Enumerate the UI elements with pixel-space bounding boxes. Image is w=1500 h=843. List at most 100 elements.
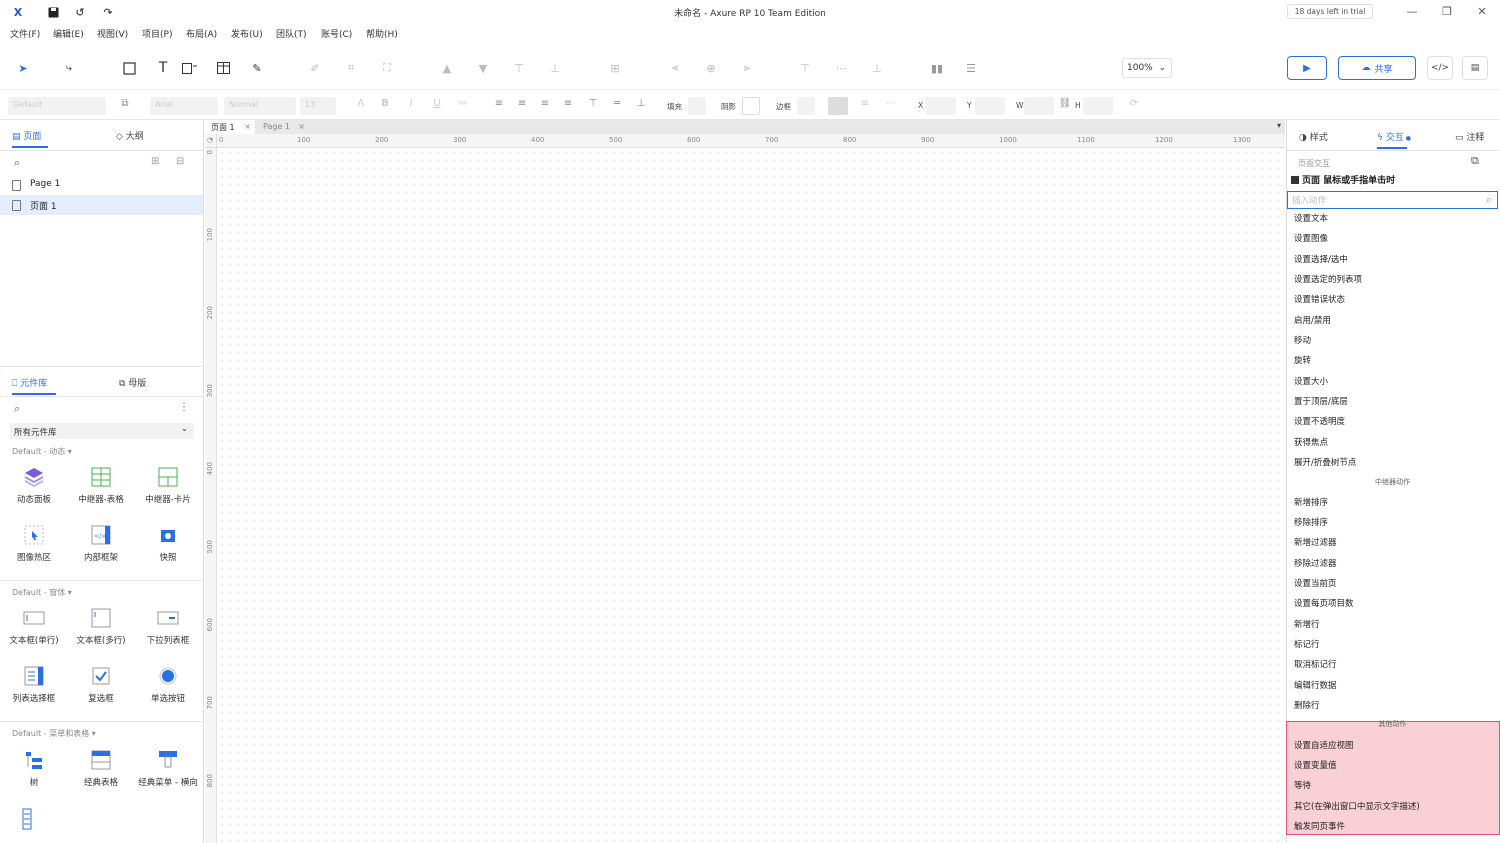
tab-interaction[interactable]: ϟ 交互 ● bbox=[1377, 130, 1411, 143]
action-item[interactable]: 设置选择/选中 bbox=[1294, 253, 1348, 265]
action-item[interactable]: 展开/折叠树节点 bbox=[1294, 456, 1356, 468]
action-item[interactable]: 移动 bbox=[1294, 334, 1311, 346]
widget-classic-menu-horizontal[interactable]: 经典菜单 - 横向 bbox=[135, 750, 201, 788]
action-item[interactable]: 设置图像 bbox=[1294, 232, 1328, 244]
widget-inline-frame[interactable]: </> 内部框架 bbox=[68, 525, 134, 563]
action-item[interactable]: 设置当前页 bbox=[1294, 577, 1337, 589]
menu-edit[interactable]: 编辑(E) bbox=[53, 27, 84, 40]
widget-text-field[interactable]: 文本框(单行) bbox=[1, 608, 67, 646]
select-tool-icon[interactable]: ➤ bbox=[14, 59, 32, 77]
valign-bottom-icon[interactable]: ⊥ bbox=[634, 98, 648, 112]
crop-icon[interactable]: ⌗ bbox=[342, 59, 360, 77]
add-page-icon[interactable]: ⊞ bbox=[151, 156, 159, 167]
widget-snapshot[interactable]: 快照 bbox=[135, 525, 201, 563]
font-style-select[interactable]: Default bbox=[8, 97, 106, 115]
align-center-icon[interactable]: ⊕ bbox=[702, 59, 720, 77]
design-canvas[interactable] bbox=[218, 149, 1285, 843]
widget-classic-menu-vertical-icon[interactable] bbox=[22, 808, 32, 833]
rectangle-tool-icon[interactable] bbox=[120, 59, 138, 77]
menu-team[interactable]: 团队(T) bbox=[276, 27, 307, 40]
tab-page-active[interactable]: 页面 1 × bbox=[205, 120, 255, 134]
layer-down-icon[interactable]: ▼ bbox=[474, 59, 492, 77]
action-search-input[interactable]: 插入动作 ⌕ bbox=[1287, 191, 1498, 209]
action-item[interactable]: 设置每页项目数 bbox=[1294, 597, 1354, 609]
event-header[interactable]: 页面 鼠标或手指单击时 bbox=[1291, 173, 1395, 186]
bold-icon[interactable]: B bbox=[378, 98, 392, 112]
tab-pages[interactable]: ▤ 页面 bbox=[12, 129, 41, 142]
code-button[interactable]: </> bbox=[1427, 56, 1453, 80]
widget-droplist[interactable]: 下拉列表框 bbox=[135, 608, 201, 646]
group-icon[interactable]: ⊤ bbox=[510, 59, 528, 77]
add-folder-icon[interactable]: ⊟ bbox=[176, 156, 184, 167]
tab-page1[interactable]: Page 1 × bbox=[257, 120, 309, 134]
action-item[interactable]: 设置自适应视图 bbox=[1294, 739, 1354, 751]
close-tab-icon[interactable]: × bbox=[298, 122, 305, 131]
action-item[interactable]: 新增排序 bbox=[1294, 496, 1328, 508]
distribute-vertical-icon[interactable]: ☰ bbox=[962, 59, 980, 77]
widget-checkbox[interactable]: 复选框 bbox=[68, 666, 134, 704]
menu-help[interactable]: 帮助(H) bbox=[366, 27, 398, 40]
action-item[interactable]: 设置错误状态 bbox=[1294, 293, 1345, 305]
align-right-icon[interactable]: ⫸ bbox=[738, 59, 756, 77]
text-align-center-icon[interactable]: ≡ bbox=[515, 98, 529, 112]
zoom-select[interactable]: 100% ⌄ bbox=[1122, 58, 1172, 78]
action-item[interactable]: 删除行 bbox=[1294, 699, 1320, 711]
action-item[interactable]: 设置变量值 bbox=[1294, 759, 1337, 771]
y-input[interactable] bbox=[975, 97, 1005, 115]
align-bottom-icon[interactable]: ⊥ bbox=[868, 59, 886, 77]
widget-dynamic-panel[interactable]: 动态面板 bbox=[1, 467, 67, 505]
widget-tree[interactable]: 树 bbox=[1, 750, 67, 788]
widget-repeater-card[interactable]: 中继器-卡片 bbox=[135, 467, 201, 505]
action-item[interactable]: 编辑行数据 bbox=[1294, 679, 1337, 691]
tab-style[interactable]: ◑ 样式 bbox=[1299, 130, 1328, 143]
library-search-icon[interactable]: ⌕ bbox=[14, 402, 20, 416]
minimize-icon[interactable]: — bbox=[1402, 3, 1422, 21]
tab-outline[interactable]: ◇ 大纲 bbox=[116, 129, 144, 142]
action-item[interactable]: 启用/禁用 bbox=[1294, 314, 1331, 326]
underline-icon[interactable]: U bbox=[430, 98, 444, 112]
document-button[interactable]: ▤ bbox=[1462, 56, 1488, 80]
distribute-horizontal-icon[interactable]: ▮▮ bbox=[928, 59, 946, 77]
text-justify-icon[interactable]: ≡ bbox=[561, 98, 575, 112]
action-item[interactable]: 设置大小 bbox=[1294, 375, 1328, 387]
menu-project[interactable]: 项目(P) bbox=[142, 27, 172, 40]
widget-radio-button[interactable]: 单选按钮 bbox=[135, 666, 201, 704]
menu-layout[interactable]: 布局(A) bbox=[186, 27, 217, 40]
text-align-right-icon[interactable]: ≡ bbox=[538, 98, 552, 112]
tabs-dropdown-icon[interactable]: ▾ bbox=[1277, 121, 1281, 130]
action-item[interactable]: 取消标记行 bbox=[1294, 658, 1337, 670]
preview-button[interactable]: ▶ bbox=[1287, 56, 1327, 80]
menu-account[interactable]: 账号(C) bbox=[321, 27, 352, 40]
list-icon[interactable]: ≔ bbox=[456, 98, 470, 112]
library-select[interactable]: 所有元件库 ⌄ bbox=[10, 423, 194, 439]
w-input[interactable] bbox=[1024, 97, 1054, 115]
page-item-selected[interactable]: 页面 1 bbox=[0, 195, 203, 215]
action-item[interactable]: 标记行 bbox=[1294, 638, 1320, 650]
action-item[interactable]: 移除过滤器 bbox=[1294, 557, 1337, 569]
menu-view[interactable]: 视图(V) bbox=[97, 27, 128, 40]
action-item[interactable]: 置于顶层/底层 bbox=[1294, 395, 1348, 407]
action-item[interactable]: 其它(在弹出窗口中显示文字描述) bbox=[1294, 800, 1420, 812]
action-item[interactable]: 新增过滤器 bbox=[1294, 536, 1337, 548]
action-item[interactable]: 新增行 bbox=[1294, 618, 1320, 630]
lock-aspect-icon[interactable]: ⛓ bbox=[1058, 98, 1072, 112]
border-width-icon[interactable]: ≡ bbox=[858, 98, 872, 112]
border-color-swatch[interactable] bbox=[797, 97, 815, 115]
restore-icon[interactable]: ❐ bbox=[1437, 3, 1457, 21]
widget-hotspot[interactable]: 图像热区 bbox=[1, 525, 67, 563]
align-top-icon[interactable]: ⊤ bbox=[796, 59, 814, 77]
pen-tool-icon[interactable]: ✎ bbox=[248, 59, 266, 77]
tab-library[interactable]: ⎕ 元件库 bbox=[12, 376, 47, 389]
text-align-left-icon[interactable]: ≡ bbox=[492, 98, 506, 112]
text-tool-icon[interactable]: T bbox=[154, 59, 172, 77]
font-weight-select[interactable]: Normal bbox=[224, 97, 296, 115]
rotation-icon[interactable]: ⟳ bbox=[1127, 98, 1141, 112]
font-family-select[interactable]: Arial bbox=[150, 97, 218, 115]
combine-icon[interactable]: ⊞ bbox=[606, 59, 624, 77]
border-style-swatch[interactable] bbox=[828, 97, 848, 115]
valign-middle-icon[interactable]: ═ bbox=[610, 98, 624, 112]
page-item-page1[interactable]: Page 1 bbox=[0, 175, 203, 195]
menu-file[interactable]: 文件(F) bbox=[10, 27, 40, 40]
widget-repeater-table[interactable]: 中继器-表格 bbox=[68, 467, 134, 505]
connector-tool-icon[interactable]: ⤷ bbox=[60, 59, 78, 77]
